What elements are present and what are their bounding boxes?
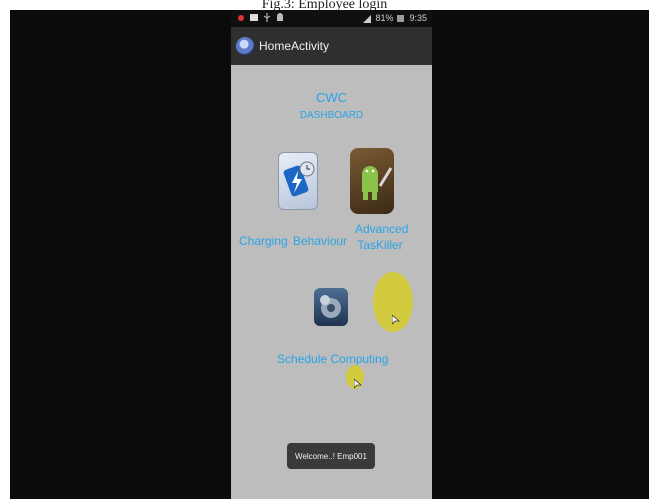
- android-taskkiller-icon[interactable]: [350, 148, 394, 214]
- image-icon: [250, 14, 258, 21]
- behaviour-label[interactable]: Behaviour: [293, 233, 347, 249]
- status-bar: 81% 9:35: [231, 10, 432, 27]
- pointer-icon: [392, 315, 400, 325]
- signal-icon: [363, 14, 372, 23]
- dashboard-content: CWC DASHBOARD Charging Behaviour Advance…: [231, 65, 432, 499]
- battery-icon[interactable]: [278, 152, 318, 210]
- toast-message: Welcome..! Emp001: [287, 443, 375, 469]
- advanced-taskkiller-label[interactable]: Advanced TasKiller: [355, 221, 408, 253]
- app-globe-icon: [236, 37, 254, 55]
- figure-caption: Fig.3: Employee login: [261, 0, 388, 10]
- phone-screen: 81% 9:35 HomeActivity CWC DASHBOARD Char…: [231, 10, 432, 499]
- notification-icon: [238, 15, 244, 21]
- gears-icon[interactable]: [314, 288, 348, 326]
- charging-label[interactable]: Charging: [239, 233, 288, 249]
- page-title: HomeActivity: [259, 39, 330, 53]
- schedule-computing-label[interactable]: Schedule Computing: [277, 351, 388, 367]
- action-bar: HomeActivity: [231, 27, 432, 65]
- android-icon: [277, 13, 283, 21]
- dashboard-subtitle: DASHBOARD: [299, 110, 364, 121]
- pointer-icon: [354, 379, 362, 389]
- usb-icon: [263, 13, 271, 22]
- battery-icon: [397, 14, 405, 22]
- dashboard-title: CWC: [315, 90, 348, 105]
- battery-percent: 81%: [375, 13, 394, 23]
- clock: 9:35: [409, 13, 427, 23]
